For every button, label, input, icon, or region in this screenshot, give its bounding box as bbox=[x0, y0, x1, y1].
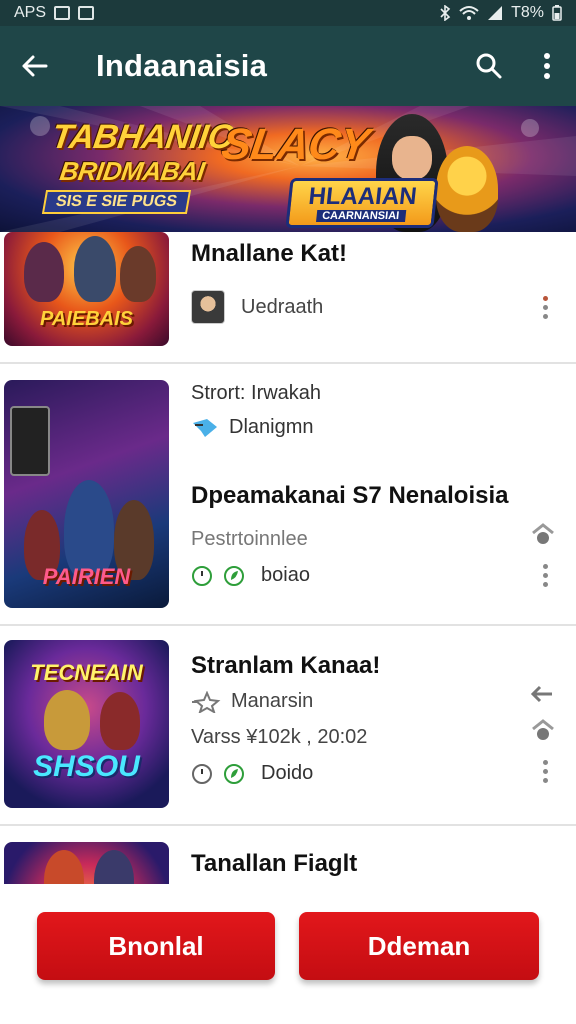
banner-hero-robot bbox=[436, 146, 498, 232]
search-button[interactable] bbox=[460, 26, 518, 106]
game-thumbnail: PAIEBAIS bbox=[4, 232, 169, 346]
game-thumbnail bbox=[4, 842, 169, 884]
thumb-figure bbox=[94, 850, 134, 884]
app-title: Indaanaisia bbox=[96, 48, 268, 83]
banner-badge-sub: CAARNANSIAI bbox=[315, 209, 406, 222]
search-icon bbox=[476, 53, 502, 79]
battery-text: T8% bbox=[511, 4, 544, 21]
rating-text: boiao bbox=[261, 564, 310, 586]
game-title: Dpeamakanai S7 Nenaloisia bbox=[191, 482, 509, 509]
back-button[interactable] bbox=[0, 26, 68, 106]
download-button[interactable] bbox=[530, 718, 556, 745]
rating-text: Doido bbox=[261, 762, 314, 784]
thumb-figure bbox=[100, 692, 140, 750]
list-item[interactable]: PAIEBAIS Mnallane Kat! Uedraath bbox=[0, 232, 576, 364]
start-text: Strort: Irwakah bbox=[191, 382, 322, 404]
thumb-logo-text-2: SHSOU bbox=[33, 750, 140, 783]
banner-strip: SIS E SIE PUGS bbox=[41, 190, 192, 214]
download-button[interactable] bbox=[530, 522, 556, 549]
tag-text: Dlanigmn bbox=[229, 416, 314, 438]
game-tag: Dlanigmn bbox=[191, 416, 313, 439]
game-date: Varss ¥102k , 20:02 bbox=[191, 726, 368, 748]
banner-badge: HLAAIAN CAARNANSIAI bbox=[285, 178, 439, 228]
banner-title-2: SLACY bbox=[218, 120, 373, 169]
bottom-action-bar: Bnonlal Ddeman bbox=[0, 884, 576, 1024]
cloud-icon bbox=[532, 523, 554, 544]
status-carrier-text: APS bbox=[14, 4, 47, 21]
game-tag: Manarsin bbox=[191, 690, 313, 713]
list-item[interactable]: PAIRIEN Strort: Irwakah Dlanigmn Dpeamak… bbox=[0, 364, 576, 626]
item-menu-button[interactable] bbox=[540, 760, 550, 783]
list-item[interactable]: Tanallan Fiaglt bbox=[0, 826, 576, 884]
thumb-figure bbox=[44, 850, 84, 884]
thumb-logo-text: TECNEAIN bbox=[30, 660, 143, 685]
controller-icon bbox=[193, 418, 217, 437]
overflow-menu-button[interactable] bbox=[518, 26, 576, 106]
game-start: Strort: Irwakah bbox=[191, 382, 321, 405]
banner-hero-face bbox=[392, 136, 432, 180]
list-item[interactable]: TECNEAIN SHSOU Stranlam Kanaa! Manarsin … bbox=[0, 626, 576, 826]
thumb-logo-text: PAIEBAIS bbox=[40, 308, 133, 330]
tag-text: Manarsin bbox=[231, 690, 314, 712]
game-rating: Doido bbox=[191, 762, 313, 785]
share-button[interactable] bbox=[530, 684, 556, 709]
leaf-icon bbox=[224, 763, 244, 784]
thumb-figure bbox=[74, 236, 116, 302]
thumb-figure bbox=[24, 242, 64, 302]
banner-title-1: TABHANIIO bbox=[49, 118, 237, 156]
clock-icon bbox=[192, 763, 212, 784]
promo-banner[interactable]: TABHANIIO SLACY BRIDMABAI SIS E SIE PUGS… bbox=[0, 106, 576, 232]
battery-icon bbox=[552, 5, 562, 21]
signal-icon bbox=[488, 6, 503, 20]
clock-icon bbox=[192, 565, 212, 586]
item-menu-button[interactable] bbox=[540, 296, 550, 319]
gallery-icon bbox=[78, 6, 95, 20]
status-bar: APS T8% bbox=[0, 0, 576, 26]
right-action-button[interactable]: Ddeman bbox=[299, 912, 539, 980]
game-rating: boiao bbox=[191, 564, 310, 587]
notification-icon bbox=[54, 6, 71, 20]
game-title: Stranlam Kanaa! bbox=[191, 652, 381, 679]
game-owner: Uedraath bbox=[191, 290, 323, 324]
cloud-icon bbox=[532, 719, 554, 740]
thumb-figure bbox=[44, 690, 90, 750]
left-action-button[interactable]: Bnonlal bbox=[37, 912, 275, 980]
avatar bbox=[191, 290, 225, 324]
thumb-phone bbox=[10, 406, 50, 476]
reply-icon bbox=[530, 685, 552, 703]
owner-name: Uedraath bbox=[241, 295, 324, 318]
game-thumbnail: TECNEAIN SHSOU bbox=[4, 640, 169, 808]
game-title: Mnallane Kat! bbox=[191, 240, 348, 267]
banner-title-3: BRIDMABAI bbox=[57, 156, 207, 186]
star-icon bbox=[192, 690, 221, 713]
thumb-figure bbox=[120, 246, 156, 302]
item-menu-button[interactable] bbox=[540, 564, 550, 587]
game-subtitle: Pestrtoinnlee bbox=[191, 528, 308, 550]
arrow-left-icon bbox=[22, 55, 48, 77]
game-title: Tanallan Fiaglt bbox=[191, 850, 358, 877]
banner-badge-title: HLAAIAN bbox=[307, 182, 419, 210]
app-bar: Indaanaisia bbox=[0, 26, 576, 106]
leaf-icon bbox=[224, 565, 244, 586]
game-list: PAIEBAIS Mnallane Kat! Uedraath PAIRIEN … bbox=[0, 232, 576, 884]
thumb-logo-text: PAIRIEN bbox=[42, 564, 131, 589]
wifi-icon bbox=[459, 6, 479, 20]
game-thumbnail: PAIRIEN bbox=[4, 380, 169, 608]
more-vert-icon bbox=[544, 53, 550, 79]
bluetooth-icon bbox=[440, 5, 451, 21]
